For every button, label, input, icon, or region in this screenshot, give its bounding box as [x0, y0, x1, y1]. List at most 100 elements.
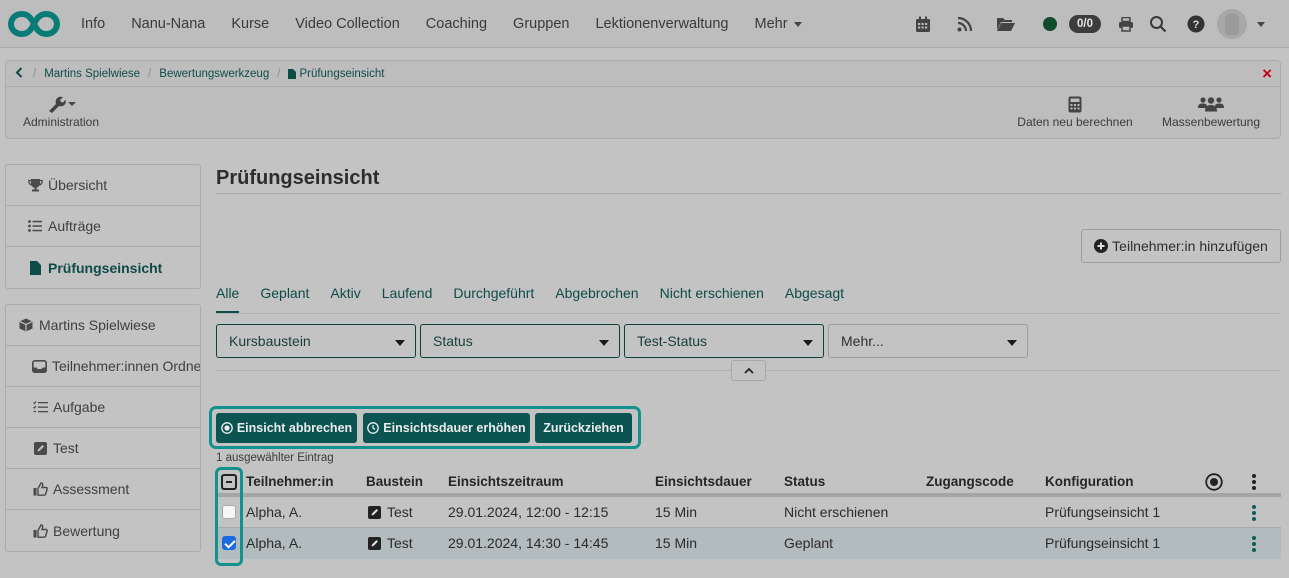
column-header-review-duration[interactable]: Einsichtsdauer — [655, 474, 752, 489]
table-settings-kebab-icon[interactable] — [1252, 474, 1256, 492]
sidebar-assessment-menu: Übersicht Aufträge Prüfungseinsicht — [5, 164, 201, 289]
cell-element-label: Test — [387, 535, 413, 551]
cell-element-label: Test — [387, 504, 413, 520]
cell-element: Test — [368, 504, 413, 520]
row-actions-kebab-icon[interactable] — [1252, 505, 1256, 523]
users-icon — [1198, 97, 1224, 112]
close-icon[interactable]: × — [1262, 65, 1272, 83]
caret-down-icon[interactable] — [1257, 22, 1265, 27]
sidebar-item-exam-review[interactable]: Prüfungseinsicht — [6, 247, 200, 288]
course-toolbar-panel: / Martins Spielwiese / Bewertungswerkzeu… — [5, 60, 1281, 139]
sidebar-item-task[interactable]: Aufgabe — [6, 387, 200, 428]
list-icon — [27, 220, 43, 232]
row-checkbox[interactable] — [222, 505, 236, 519]
row-checkbox[interactable] — [222, 536, 236, 550]
breadcrumb-course[interactable]: Martins Spielwiese — [44, 68, 140, 80]
thumbs-up-icon — [32, 523, 48, 538]
exam-review-table: Teilnehmer:in Baustein Einsichtszeitraum… — [216, 467, 1281, 559]
stop-circle-icon[interactable] — [1205, 473, 1223, 494]
sidebar-item-overview[interactable]: Übersicht — [6, 165, 200, 206]
column-header-element[interactable]: Baustein — [366, 474, 423, 489]
column-header-participant[interactable]: Teilnehmer:in — [246, 474, 334, 489]
column-header-access-code[interactable]: Zugangscode — [926, 474, 1014, 489]
recalculate-data-button[interactable]: Daten neu berechnen — [1016, 93, 1134, 129]
help-icon[interactable]: ? — [1186, 14, 1206, 34]
tab-nicht-erschienen[interactable]: Nicht erschienen — [660, 284, 764, 314]
withdraw-button[interactable]: Zurückziehen — [535, 413, 632, 443]
tab-abgebrochen[interactable]: Abgebrochen — [555, 284, 638, 314]
column-header-status[interactable]: Status — [784, 474, 825, 489]
infinity-logo[interactable] — [8, 10, 60, 38]
sidebar-item-label: Teilnehmer:innen Ordner — [52, 358, 200, 374]
extend-review-duration-button[interactable]: Einsichtsdauer erhöhen — [363, 413, 530, 443]
back-chevron-icon[interactable] — [15, 66, 25, 81]
cancel-review-button[interactable]: Einsicht abbrechen — [216, 413, 357, 443]
nav-mehr-label: Mehr — [754, 16, 788, 32]
nav-nanu-nana[interactable]: Nanu-Nana — [118, 16, 218, 32]
column-header-review-period[interactable]: Einsichtszeitraum — [448, 474, 564, 489]
nav-mehr-menu[interactable]: Mehr — [742, 16, 815, 32]
tab-laufend[interactable]: Laufend — [382, 284, 433, 314]
rss-icon[interactable] — [955, 14, 975, 34]
row-actions-kebab-icon[interactable] — [1252, 536, 1256, 554]
nav-kurse[interactable]: Kurse — [218, 16, 282, 32]
nav-gruppen[interactable]: Gruppen — [500, 16, 582, 32]
sidebar-item-label: Bewertung — [53, 522, 120, 539]
tab-abgesagt[interactable]: Abgesagt — [785, 284, 844, 314]
tab-alle[interactable]: Alle — [216, 284, 240, 314]
nav-lektionenverwaltung[interactable]: Lektionenverwaltung — [582, 16, 741, 32]
filter-status[interactable]: Status — [420, 324, 620, 358]
sidebar-item-assessment[interactable]: Assessment — [6, 469, 200, 510]
filter-test-status[interactable]: Test-Status — [624, 324, 824, 358]
filter-course-element[interactable]: Kursbaustein — [216, 324, 416, 358]
cell-status: Geplant — [784, 535, 834, 551]
cell-review-period: 29.01.2024, 14:30 - 14:45 — [448, 535, 609, 551]
cell-participant[interactable]: Alpha, A. — [246, 535, 302, 551]
tab-aktiv[interactable]: Aktiv — [330, 284, 360, 314]
avatar[interactable] — [1217, 9, 1247, 39]
caret-down-icon — [793, 21, 802, 27]
nav-video-collection[interactable]: Video Collection — [282, 16, 413, 32]
file-icon — [288, 68, 297, 79]
collapse-filters-button[interactable] — [731, 360, 766, 381]
filter-more[interactable]: Mehr... — [828, 324, 1028, 358]
counter-badge[interactable]: 0/0 — [1069, 15, 1101, 33]
cube-icon — [18, 318, 34, 332]
sidebar-item-test[interactable]: Test — [6, 428, 200, 469]
nav-coaching[interactable]: Coaching — [413, 16, 500, 32]
cell-participant[interactable]: Alpha, A. — [246, 504, 302, 520]
mass-grading-button[interactable]: Massenbewertung — [1156, 93, 1266, 129]
cell-review-duration: 15 Min — [655, 535, 698, 551]
breadcrumb-assessment-tool[interactable]: Bewertungswerkzeug — [159, 68, 269, 80]
mass-grading-label: Massenbewertung — [1161, 115, 1261, 129]
breadcrumb: / Martins Spielwiese / Bewertungswerkzeu… — [6, 61, 1280, 87]
folder-open-icon[interactable] — [996, 14, 1016, 34]
column-header-configuration[interactable]: Konfiguration — [1045, 474, 1133, 489]
sidebar-item-participant-folder[interactable]: Teilnehmer:innen Ordner — [6, 346, 200, 387]
page-title: Prüfungseinsicht — [216, 167, 380, 189]
sidebar-item-label: Martins Spielwiese — [39, 317, 156, 333]
breadcrumb-separator: / — [277, 67, 281, 80]
sidebar-item-label: Assessment — [53, 481, 130, 497]
tab-geplant[interactable]: Geplant — [260, 284, 309, 314]
administration-label: Administration — [22, 115, 100, 129]
cell-review-duration: 15 Min — [655, 504, 698, 520]
tab-durchgefuehrt[interactable]: Durchgeführt — [453, 284, 534, 314]
breadcrumb-current[interactable]: Prüfungseinsicht — [288, 68, 384, 80]
recalculate-data-label: Daten neu berechnen — [1017, 115, 1133, 129]
table-row[interactable]: Alpha, A. Test 29.01.2024, 12:00 - 12:15… — [216, 497, 1281, 528]
caret-down-icon — [1007, 340, 1017, 346]
sidebar-item-grading[interactable]: Bewertung — [6, 510, 200, 551]
select-all-checkbox[interactable] — [221, 474, 237, 490]
add-participant-button[interactable]: Teilnehmer:in hinzufügen — [1081, 229, 1281, 263]
nav-info[interactable]: Info — [68, 16, 118, 32]
administration-button[interactable]: Administration — [16, 93, 106, 129]
sidebar-item-course-root[interactable]: Martins Spielwiese — [6, 305, 200, 346]
table-row[interactable]: Alpha, A. Test 29.01.2024, 14:30 - 14:45… — [216, 528, 1281, 559]
online-status-indicator[interactable] — [1043, 17, 1057, 31]
print-icon[interactable] — [1116, 14, 1136, 34]
calendar-icon[interactable] — [913, 14, 933, 34]
sidebar-item-tasks[interactable]: Aufträge — [6, 206, 200, 247]
caret-down-icon — [599, 340, 609, 346]
search-icon[interactable] — [1148, 14, 1168, 34]
